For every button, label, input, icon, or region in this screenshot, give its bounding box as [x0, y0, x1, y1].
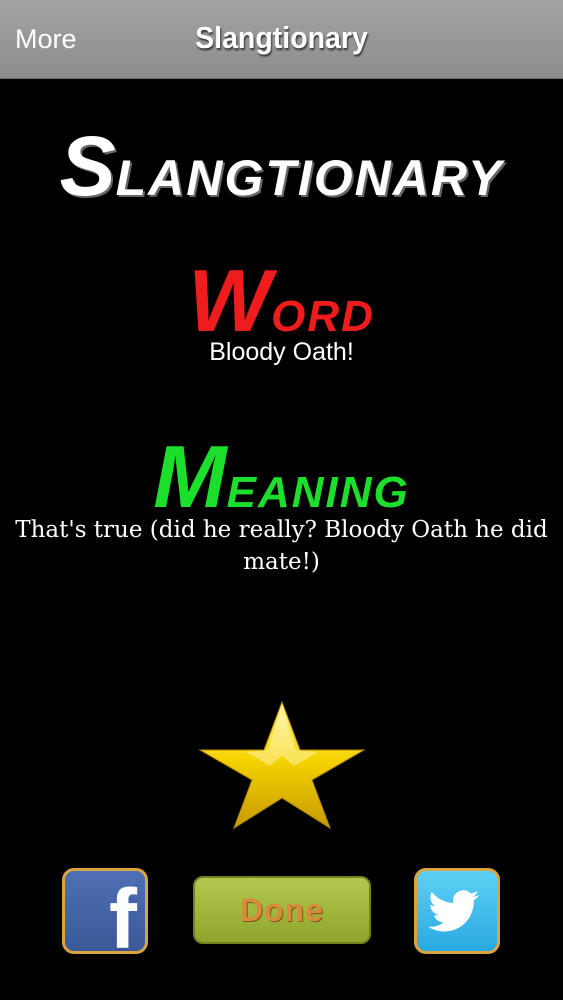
facebook-button[interactable]: f: [62, 868, 148, 954]
navigation-bar: More Slangtionary: [0, 0, 563, 79]
twitter-icon: [428, 890, 479, 932]
meaning-heading: MEANING: [0, 426, 563, 528]
word-value: Bloody Oath!: [209, 338, 354, 366]
twitter-button[interactable]: [414, 868, 500, 954]
word-heading-rest: ORD: [271, 292, 375, 341]
done-button[interactable]: Done: [193, 876, 371, 944]
facebook-icon: f: [109, 872, 137, 954]
meaning-value: That's true (did he really? Bloody Oath …: [15, 517, 548, 575]
star-icon[interactable]: [198, 700, 366, 830]
logo-rest: LANGTIONARY: [115, 150, 504, 206]
meaning-heading-rest: EANING: [226, 468, 410, 517]
logo-first-letter: S: [59, 119, 116, 213]
nav-title: Slangtionary: [195, 20, 368, 55]
app-logo: SLANGTIONARY: [0, 118, 563, 215]
meaning-heading-first-letter: M: [153, 427, 227, 526]
